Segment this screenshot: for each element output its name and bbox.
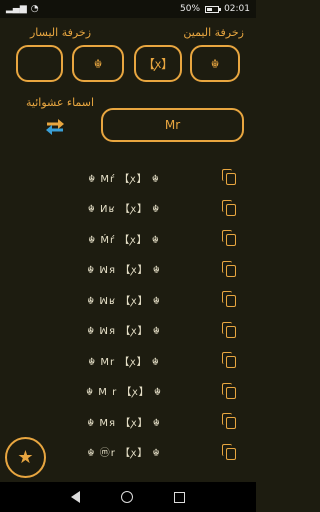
left-decoration-slot-2[interactable]: ☬	[72, 45, 124, 82]
decorated-name: ☬ M r 【ꭗ】 ☬	[86, 387, 162, 398]
right-decoration-label: زخرفة اليمين	[183, 26, 244, 39]
decorated-name: ☬ Ḿŕ 【ꭗ】 ☬	[88, 234, 160, 246]
list-item: ☬ M r 【ꭗ】 ☬	[0, 376, 256, 406]
decorated-name: ☬ Mŕ 【ꭗ】 ☬	[88, 173, 160, 185]
battery-level	[207, 7, 213, 11]
decorated-name: ☬ ⓜr 【ꭗ】 ☬	[87, 448, 161, 459]
list-item: ☬ Иʁ 【ꭗ】 ☬	[0, 193, 256, 223]
left-decoration-slot-1[interactable]	[16, 45, 63, 82]
list-item: ☬ ꟽʁ 【ꭗ】 ☬	[0, 284, 256, 314]
navigation-bar	[0, 482, 256, 512]
copy-icon[interactable]	[222, 291, 236, 307]
left-decoration-label: زخرفة اليسار	[30, 26, 92, 39]
list-item: ☬ Mŕ 【ꭗ】 ☬	[0, 162, 256, 192]
decorated-name: ☬ Иʁ 【ꭗ】 ☬	[87, 204, 161, 215]
status-bar: ▂▄▆ ◔ 50% 02:01	[0, 0, 256, 18]
swap-icon[interactable]	[43, 116, 67, 138]
list-item: ☬ Mя 【ꭗ】 ☬	[0, 406, 256, 436]
copy-icon[interactable]	[222, 443, 236, 460]
right-slot-2-glyph: ☬	[210, 56, 220, 71]
back-icon[interactable]	[70, 491, 80, 503]
decorated-name: ☬ ꟽя 【ꭗ】 ☬	[87, 265, 161, 276]
copy-icon[interactable]	[222, 199, 236, 216]
decorated-name: ☬ Mя 【ꭗ】 ☬	[87, 417, 161, 429]
favorites-button[interactable]: ★	[5, 437, 46, 478]
copy-icon[interactable]	[222, 321, 236, 338]
signal-icon: ▂▄▆	[6, 4, 27, 14]
list-item: ☬ Ḿŕ 【ꭗ】 ☬	[0, 223, 256, 253]
right-decoration-slot-1[interactable]: 【ꭗ】	[134, 45, 182, 82]
recent-apps-icon[interactable]	[174, 491, 186, 503]
star-icon: ★	[17, 447, 34, 468]
clock: 02:01	[224, 4, 250, 14]
copy-icon[interactable]	[222, 230, 236, 246]
copy-icon[interactable]	[222, 169, 236, 185]
decorated-name: ☬ ꟽʁ 【ꭗ】 ☬	[87, 295, 161, 307]
left-slot-2-glyph: ☬	[93, 56, 103, 71]
decorated-name: ☬ Mr 【ꭗ】 ☬	[88, 356, 160, 368]
wifi-icon: ◔	[30, 4, 39, 14]
list-item: ☬ ꟽя 【ꭗ】 ☬	[0, 254, 256, 284]
copy-icon[interactable]	[222, 382, 236, 399]
copy-icon[interactable]	[222, 260, 236, 277]
list-item: ☬ Mr 【ꭗ】 ☬	[0, 345, 256, 375]
home-icon[interactable]	[120, 491, 133, 503]
right-decoration-slot-2[interactable]: ☬	[190, 45, 240, 82]
right-slot-1-glyph: 【ꭗ】	[142, 57, 174, 71]
list-item: ☬ ꟽя 【ꭗ】 ☬	[0, 315, 256, 345]
decorated-name: ☬ ꟽя 【ꭗ】 ☬	[87, 326, 161, 337]
name-input[interactable]	[101, 108, 244, 142]
copy-icon[interactable]	[222, 413, 236, 429]
copy-icon[interactable]	[222, 352, 236, 368]
random-names-label: اسماء عشوائية	[26, 96, 95, 109]
battery-percent: 50%	[180, 4, 201, 14]
battery-icon	[205, 5, 222, 13]
